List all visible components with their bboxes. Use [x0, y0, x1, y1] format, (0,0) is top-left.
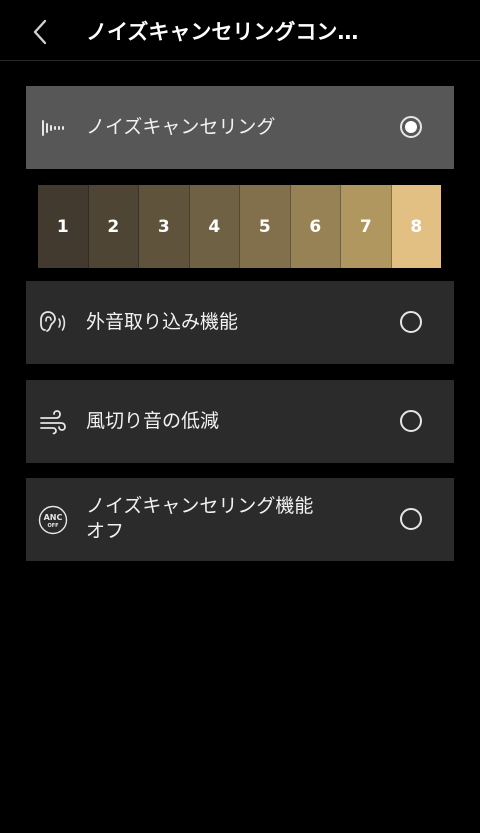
wind-icon	[38, 407, 68, 437]
radio-button[interactable]	[400, 311, 422, 333]
level-8-selected[interactable]: 8	[391, 185, 441, 268]
mode-noise-cancelling[interactable]: ノイズキャンセリング	[26, 86, 454, 169]
level-4[interactable]: 4	[189, 185, 240, 268]
mode-label: ノイズキャンセリング機能 オフ	[86, 494, 313, 544]
back-button[interactable]	[22, 14, 58, 50]
mode-label: 外音取り込み機能	[86, 311, 239, 333]
level-6[interactable]: 6	[290, 185, 341, 268]
radio-button[interactable]	[400, 410, 422, 432]
level-3[interactable]: 3	[139, 185, 190, 268]
mode-label-line2: オフ	[86, 520, 125, 542]
ambient-ear-icon	[38, 308, 68, 338]
radio-button[interactable]	[400, 116, 422, 138]
mode-wind-reduction[interactable]: 風切り音の低減	[26, 380, 454, 463]
anc-icon-text-bottom: OFF	[47, 523, 58, 529]
level-2[interactable]: 2	[88, 185, 139, 268]
level-7[interactable]: 7	[341, 185, 392, 268]
noise-cancel-icon	[38, 113, 68, 143]
page-title: ノイズキャンセリングコン…	[86, 20, 359, 44]
radio-button[interactable]	[400, 508, 422, 530]
header-bar: ノイズキャンセリングコン…	[0, 0, 480, 61]
level-1[interactable]: 1	[38, 185, 89, 268]
anc-off-icon: ANC OFF	[38, 505, 68, 535]
level-5[interactable]: 5	[240, 185, 291, 268]
mode-label: ノイズキャンセリング	[86, 116, 276, 138]
mode-ambient-sound[interactable]: 外音取り込み機能	[26, 281, 454, 364]
noise-cancel-level-selector: 1 2 3 4 5 6 7 8	[38, 185, 441, 268]
mode-anc-off[interactable]: ANC OFF ノイズキャンセリング機能 オフ	[26, 478, 454, 561]
mode-label-line1: ノイズキャンセリング機能	[86, 495, 314, 517]
anc-icon-text-top: ANC	[44, 513, 63, 522]
mode-label: 風切り音の低減	[86, 410, 220, 432]
chevron-left-icon	[33, 19, 47, 45]
